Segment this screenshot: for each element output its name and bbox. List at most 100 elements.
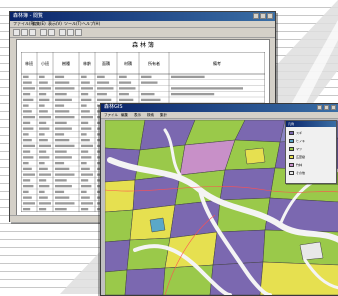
map-maximize-button[interactable]: [324, 105, 329, 110]
menu-help[interactable]: ヘルプ(H): [82, 21, 100, 27]
table-cell: [23, 98, 34, 102]
map-window-title: 森林GIS: [104, 104, 123, 110]
ledger-title-bar[interactable]: 森林簿 - 閲覧: [10, 12, 275, 21]
map-close-button[interactable]: [331, 105, 336, 110]
menu-view[interactable]: 表示(V): [48, 21, 62, 27]
column-header: 所有者: [148, 60, 160, 66]
table-cell: [23, 127, 34, 130]
table-cell: [55, 110, 70, 113]
menu-edit[interactable]: 編集(E): [32, 21, 46, 27]
table-cell: [23, 156, 34, 159]
table-cell: [55, 179, 67, 182]
table-cell: [55, 161, 65, 165]
column-header: 樹種: [62, 60, 70, 66]
legend-item[interactable]: マツ: [289, 147, 333, 152]
table-cell: [23, 87, 35, 90]
map-menu-tally[interactable]: 集計: [160, 112, 167, 118]
table-cell: [81, 196, 90, 199]
table-cell: [81, 121, 89, 125]
legend-swatch: [289, 147, 294, 151]
column-header: 林班: [25, 60, 33, 66]
table-cell: [81, 207, 89, 211]
table-cell: [55, 202, 75, 205]
table-cell: [23, 144, 35, 148]
table-cell: [23, 190, 29, 194]
table-cell: [55, 104, 65, 107]
save-icon[interactable]: [29, 29, 36, 36]
maximize-button[interactable]: [260, 13, 266, 19]
table-cell: [97, 98, 112, 102]
table-cell: [141, 75, 152, 79]
table-cell: [81, 179, 89, 182]
legend-item[interactable]: ヒノキ: [289, 139, 333, 144]
table-cell: [81, 104, 87, 107]
table-cell: [39, 110, 48, 113]
paste-icon[interactable]: [75, 29, 82, 36]
table-cell: [39, 156, 50, 159]
map-menu-file[interactable]: ファイル: [104, 112, 118, 118]
table-cell: [81, 156, 92, 159]
legend-label: その他: [296, 171, 306, 175]
table-cell: [23, 75, 29, 79]
table-cell: [97, 81, 110, 84]
table-cell: [55, 207, 67, 211]
table-cell: [171, 75, 205, 79]
map-minimize-button[interactable]: [317, 105, 322, 110]
table-cell: [23, 202, 35, 205]
table-cell: [55, 167, 70, 171]
legend-item[interactable]: その他: [289, 171, 333, 176]
table-cell: [39, 127, 50, 130]
table-cell: [55, 173, 75, 176]
column-header: 材積: [124, 60, 132, 66]
legend-title-bar: 凡例: [286, 121, 336, 127]
table-cell: [23, 115, 35, 119]
table-cell: [81, 110, 90, 113]
table-cell: [39, 202, 51, 205]
map-menu-view[interactable]: 表示: [134, 112, 141, 118]
table-cell: [39, 190, 45, 194]
table-cell: [39, 184, 50, 188]
minimize-button[interactable]: [253, 13, 259, 19]
legend-swatch: [289, 163, 294, 167]
table-cell: [81, 167, 90, 171]
table-cell: [55, 115, 75, 119]
document-title: 森 林 簿: [132, 42, 154, 49]
table-cell: [39, 167, 48, 171]
table-cell: [39, 121, 47, 125]
close-button[interactable]: [267, 13, 273, 19]
table-cell: [119, 81, 132, 84]
ledger-toolbar: [10, 28, 275, 38]
table-cell: [55, 156, 72, 159]
legend-item[interactable]: 広葉樹: [289, 155, 333, 160]
preview-icon[interactable]: [48, 29, 55, 36]
legend-label: マツ: [296, 147, 303, 151]
table-cell: [39, 133, 45, 136]
cut-icon[interactable]: [59, 29, 66, 36]
ledger-window-title: 森林簿 - 閲覧: [13, 13, 43, 19]
legend-swatch: [289, 171, 294, 175]
table-cell: [55, 81, 70, 84]
map-menu-search[interactable]: 検索: [147, 112, 154, 118]
print-icon[interactable]: [40, 29, 47, 36]
column-header: 小班: [41, 60, 49, 66]
table-cell: [55, 196, 70, 199]
open-folder-icon[interactable]: [21, 29, 28, 36]
table-cell: [81, 150, 89, 153]
legend-item[interactable]: 竹林: [289, 163, 333, 168]
table-cell: [55, 184, 72, 188]
legend-title: 凡例: [288, 122, 295, 126]
table-cell: [81, 81, 90, 84]
table-cell: [141, 81, 158, 84]
table-cell: [23, 104, 29, 107]
table-cell: [81, 190, 87, 194]
table-cell: [119, 92, 129, 96]
new-doc-icon[interactable]: [13, 29, 20, 36]
menu-tools[interactable]: ツール(T): [64, 21, 82, 27]
map-menu-edit[interactable]: 編集: [121, 112, 128, 118]
legend-label: ヒノキ: [296, 139, 306, 143]
legend-item[interactable]: スギ: [289, 131, 333, 136]
copy-icon[interactable]: [67, 29, 74, 36]
table-cell: [39, 144, 51, 148]
table-cell: [39, 75, 45, 79]
map-title-bar[interactable]: 森林GIS: [101, 104, 338, 112]
